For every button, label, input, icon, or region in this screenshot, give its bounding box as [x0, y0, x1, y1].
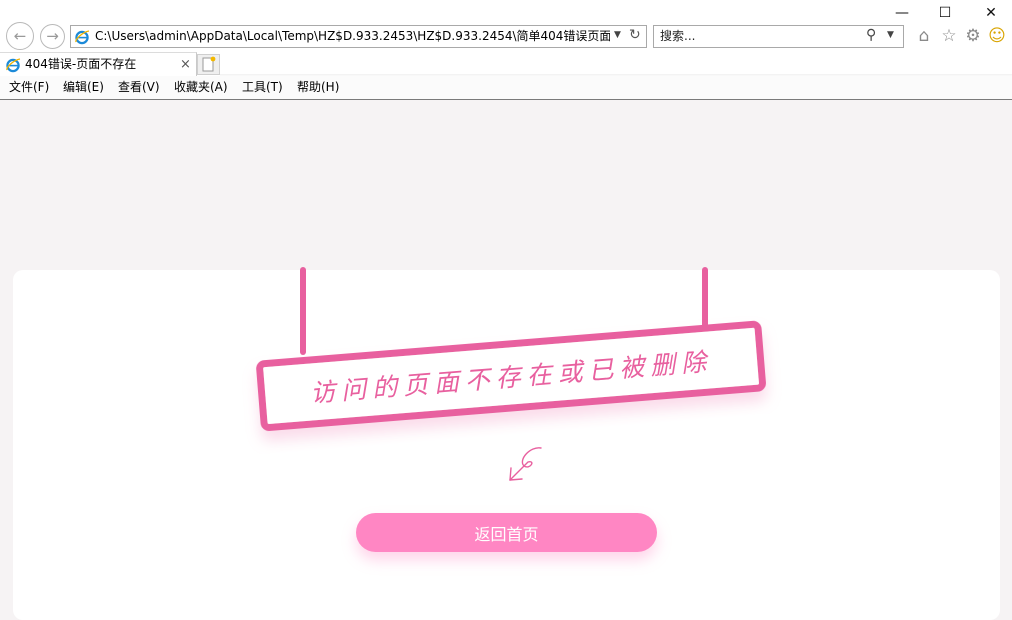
search-dropdown-icon[interactable]: ▼: [887, 30, 894, 40]
tab-bar: 404错误-页面不存在 ×: [0, 52, 1012, 76]
back-home-button[interactable]: 返回首页: [356, 513, 657, 552]
menu-favorites[interactable]: 收藏夹(A): [174, 76, 228, 99]
minimize-button[interactable]: —: [887, 3, 917, 23]
tab-title: 404错误-页面不存在: [25, 57, 137, 71]
forward-button[interactable]: →: [40, 24, 65, 49]
menu-view[interactable]: 查看(V): [118, 76, 160, 99]
home-icon[interactable]: ⌂: [914, 26, 934, 46]
menu-tools[interactable]: 工具(T): [242, 76, 283, 99]
tab-ie-icon: [6, 58, 21, 73]
menu-edit[interactable]: 编辑(E): [63, 76, 104, 99]
content-card: [13, 270, 1000, 620]
search-icon[interactable]: ⚲: [866, 27, 876, 43]
forward-arrow-icon: →: [46, 27, 59, 45]
settings-gear-icon[interactable]: ⚙: [963, 26, 983, 46]
close-window-button[interactable]: ✕: [976, 3, 1006, 23]
refresh-icon[interactable]: ↻: [629, 27, 641, 43]
tab-close-icon[interactable]: ×: [180, 53, 191, 76]
tab-active[interactable]: 404错误-页面不存在 ×: [0, 52, 197, 76]
search-input[interactable]: 搜索...: [660, 26, 695, 47]
menu-help[interactable]: 帮助(H): [297, 76, 339, 99]
search-box[interactable]: 搜索... ⚲ ▼: [653, 25, 904, 48]
back-arrow-icon: ←: [13, 27, 27, 45]
back-button[interactable]: ←: [6, 22, 34, 50]
address-dropdown-icon[interactable]: ▼: [614, 30, 621, 40]
browser-chrome: — ☐ ✕ ← → C:\Users\admin\AppData\Local\T…: [0, 0, 1012, 100]
feedback-smiley-icon[interactable]: ☺: [987, 26, 1007, 46]
address-bar[interactable]: C:\Users\admin\AppData\Local\Temp\HZ$D.9…: [70, 25, 647, 48]
new-tab-icon: [202, 56, 216, 72]
favorites-star-icon[interactable]: ☆: [939, 26, 959, 46]
menu-file[interactable]: 文件(F): [9, 76, 49, 99]
menu-bar: 文件(F) 编辑(E) 查看(V) 收藏夹(A) 工具(T) 帮助(H): [0, 76, 1012, 100]
address-url[interactable]: C:\Users\admin\AppData\Local\Temp\HZ$D.9…: [95, 26, 610, 47]
new-tab-button[interactable]: [197, 54, 220, 75]
maximize-button[interactable]: ☐: [930, 3, 960, 23]
ie-logo-icon: [75, 30, 90, 45]
